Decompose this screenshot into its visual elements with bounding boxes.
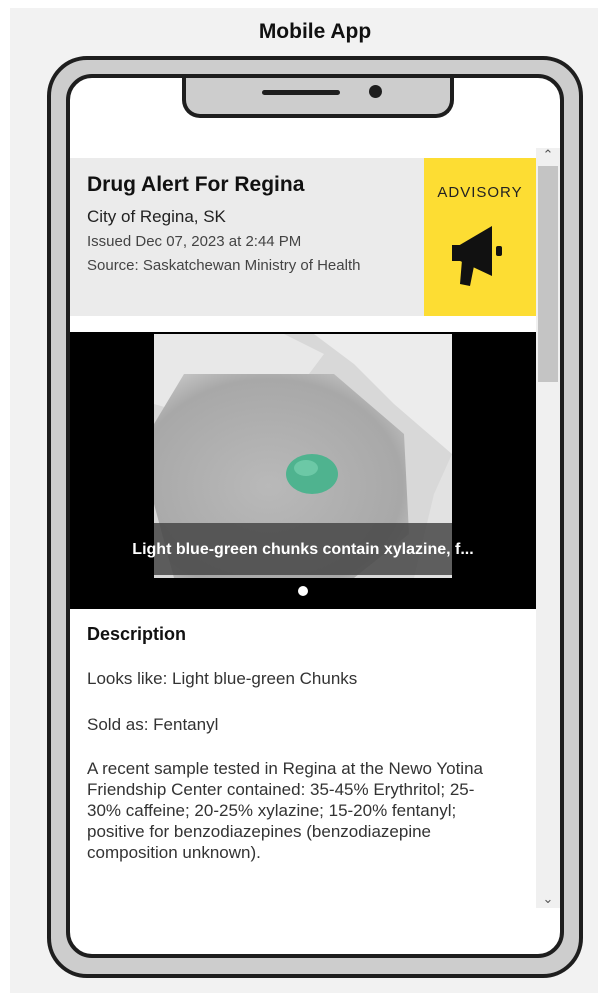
alert-header: Drug Alert For Regina City of Regina, SK… [70,158,536,316]
megaphone-icon [452,226,502,286]
image-carousel[interactable]: Light blue-green chunks contain xylazine… [70,332,536,609]
phone-screen: Drug Alert For Regina City of Regina, SK… [66,74,564,958]
phone-notch [182,78,454,118]
alert-source: Source: Saskatchewan Ministry of Health [87,257,361,274]
description-heading: Description [87,624,187,644]
chevron-down-icon[interactable]: ⌄ [536,892,560,906]
sold-as-text: Sold as: Fentanyl [87,715,219,734]
advisory-label: ADVISORY [437,184,523,201]
scrollbar[interactable]: ⌃ ⌄ [536,148,560,908]
advisory-badge: ADVISORY [424,158,536,316]
speaker-grille [262,90,340,95]
alert-issued-date: Issued Dec 07, 2023 at 2:44 PM [87,233,302,250]
carousel-page-indicator[interactable] [298,586,308,596]
chevron-up-icon[interactable]: ⌃ [536,148,560,162]
alert-location: City of Regina, SK [87,207,226,226]
mockup-title: Mobile App [258,20,372,43]
carousel-caption: Light blue-green chunks contain xylazine… [132,541,474,558]
description-body: A recent sample tested in Regina at the … [87,759,483,862]
alert-title: Drug Alert For Regina [87,173,305,196]
looks-like-text: Looks like: Light blue-green Chunks [87,669,358,688]
alert-content[interactable]: Drug Alert For Regina City of Regina, SK… [70,158,536,918]
camera-dot [369,85,382,98]
scroll-thumb[interactable] [538,166,558,382]
